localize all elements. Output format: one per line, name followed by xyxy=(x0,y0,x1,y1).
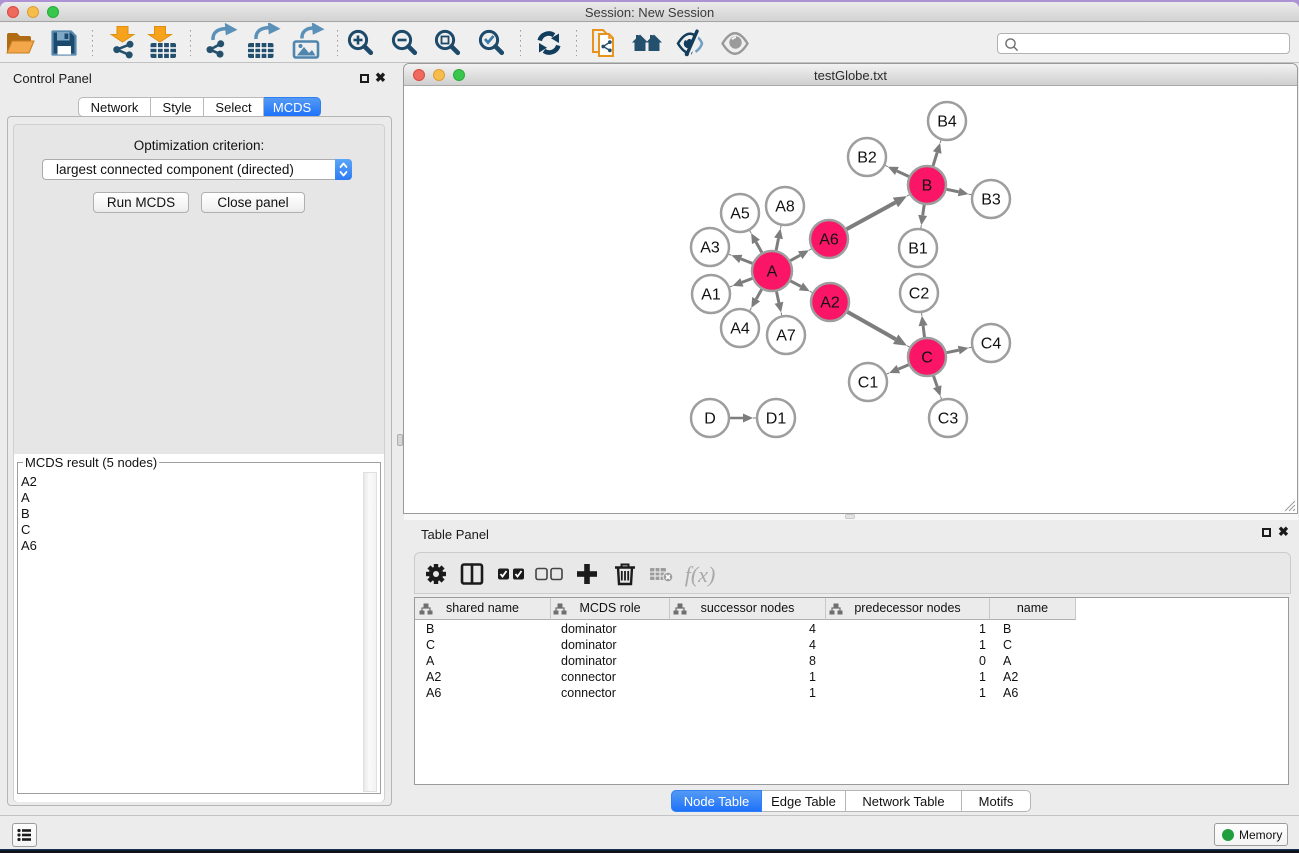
svg-text:A4: A4 xyxy=(730,321,750,338)
svg-text:D: D xyxy=(704,411,716,428)
svg-text:A2: A2 xyxy=(820,295,840,312)
svg-text:B1: B1 xyxy=(908,241,928,258)
svg-text:f(x): f(x) xyxy=(685,562,716,587)
svg-text:C: C xyxy=(921,350,933,367)
svg-text:A5: A5 xyxy=(730,206,750,223)
svg-text:A6: A6 xyxy=(819,232,839,249)
svg-text:A: A xyxy=(767,264,778,281)
svg-text:C4: C4 xyxy=(981,336,1002,353)
svg-text:B3: B3 xyxy=(981,192,1001,209)
svg-text:A1: A1 xyxy=(701,287,721,304)
svg-text:B: B xyxy=(922,178,933,195)
svg-text:C1: C1 xyxy=(858,375,879,392)
svg-text:B2: B2 xyxy=(857,150,877,167)
svg-text:C3: C3 xyxy=(938,411,959,428)
svg-text:B4: B4 xyxy=(937,114,957,131)
svg-text:A8: A8 xyxy=(775,199,795,216)
svg-text:D1: D1 xyxy=(766,411,787,428)
svg-text:C2: C2 xyxy=(909,286,930,303)
svg-text:A3: A3 xyxy=(700,240,720,257)
svg-text:A7: A7 xyxy=(776,328,796,345)
